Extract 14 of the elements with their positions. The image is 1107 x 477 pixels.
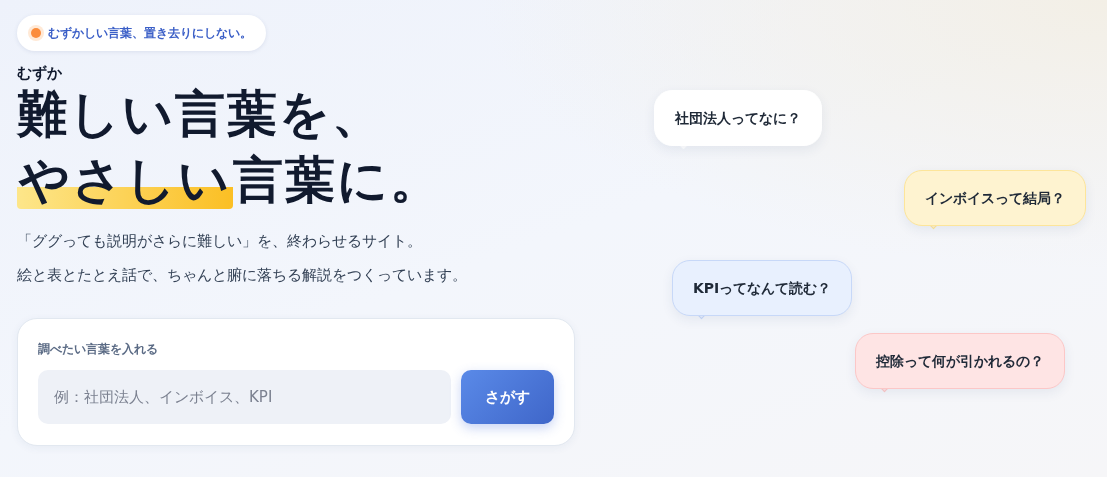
speech-bubble: KPIってなんて読む？ <box>672 260 853 316</box>
search-button[interactable]: さがす <box>461 370 554 424</box>
search-field[interactable]: 例：社団法人、インボイス、KPI <box>38 370 451 424</box>
speech-bubble: 控除って何が引かれるの？ <box>855 333 1065 389</box>
dot-icon <box>31 28 41 38</box>
lead-paragraph: 「ググっても説明がさらに難しい」を、終わらせるサイト。 <box>17 231 423 252</box>
search-label: 調べたい言葉を入れる <box>38 341 159 358</box>
speech-bubble: 社団法人ってなに？ <box>654 90 822 146</box>
headline-line: 難しい言葉を、 <box>17 84 385 145</box>
ruby-reading: むずか <box>17 64 63 82</box>
speech-bubble: インボイスって結局？ <box>904 170 1086 226</box>
tagline-text: むずかしい言葉、置き去りにしない。 <box>48 24 252 42</box>
lead-paragraph: 絵と表とたとえ話で、ちゃんと腑に落ちる解説をつくっています。 <box>17 265 467 286</box>
headline-text: 言葉に。 <box>233 151 442 209</box>
